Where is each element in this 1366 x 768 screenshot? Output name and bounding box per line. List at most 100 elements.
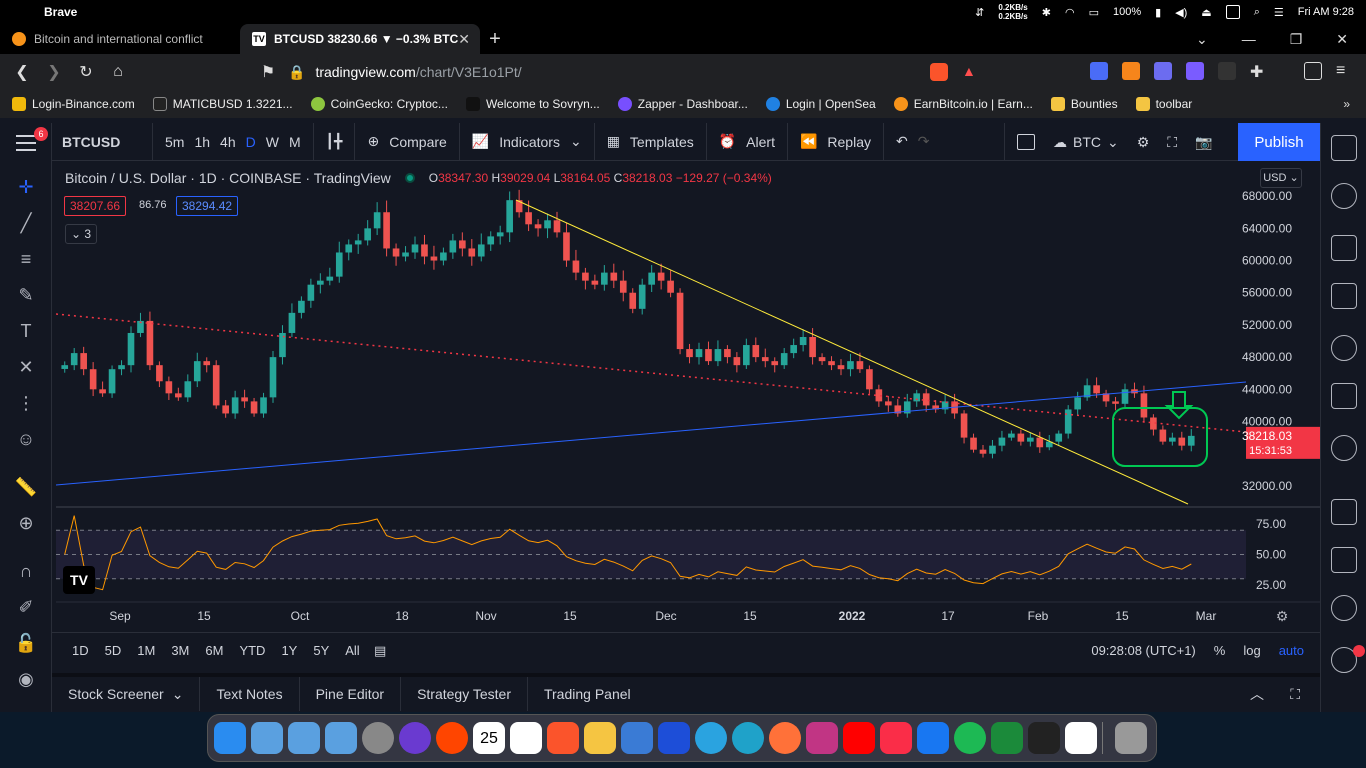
tab-trading-panel[interactable]: Trading Panel [528, 677, 647, 711]
sticky-icon[interactable] [1028, 722, 1060, 754]
system-preferences-icon[interactable] [362, 722, 394, 754]
indicator-collapse-button[interactable]: ⌄ 3 [65, 224, 97, 244]
fib-icon[interactable]: ≡ [14, 247, 38, 271]
bookmark-binance[interactable]: Login-Binance.com [12, 97, 135, 111]
crosshair-icon[interactable]: ✛ [14, 175, 38, 199]
indicators-button[interactable]: 📈 Indicators ⌄ [458, 122, 594, 161]
alert-button[interactable]: ⏰ Alert [705, 122, 787, 161]
currency-unit-select[interactable]: USD ⌄ [1260, 168, 1302, 188]
bookmark-folder-toolbar[interactable]: toolbar [1135, 97, 1192, 111]
extension-arrow-icon[interactable] [1186, 62, 1204, 80]
more-bookmarks-icon[interactable]: » [1343, 97, 1350, 111]
excel-icon[interactable] [991, 722, 1023, 754]
youtube-icon[interactable] [843, 722, 875, 754]
wallet-icon[interactable] [1304, 62, 1322, 80]
brave-icon[interactable] [547, 722, 579, 754]
finder-icon[interactable] [214, 722, 246, 754]
camera-icon[interactable]: 📷 [1195, 134, 1212, 151]
spotlight-search-icon[interactable]: ⌕ [1254, 6, 1260, 19]
reload-icon[interactable]: ↻ [70, 62, 102, 82]
bookmark-maticbusd[interactable]: MATICBUSD 1.3221... [152, 97, 293, 111]
range-1m[interactable]: 1M [137, 643, 155, 658]
brave-shields-icon[interactable] [930, 63, 948, 81]
tab-bitcoin-conflict[interactable]: Bitcoin and international conflict [0, 24, 240, 54]
range-all[interactable]: All [345, 643, 359, 658]
range-1y[interactable]: 1Y [281, 643, 297, 658]
magnet-icon[interactable]: ∩ [14, 559, 38, 583]
control-center-icon[interactable]: ☰ [1274, 6, 1284, 19]
siri-icon[interactable] [399, 722, 431, 754]
music-icon[interactable] [880, 722, 912, 754]
close-window-icon[interactable]: ✕ [1336, 31, 1348, 48]
maximize-panel-icon[interactable]: ⛶ [1290, 686, 1300, 703]
transfer-icon[interactable]: ⇵ [975, 6, 984, 19]
settings-gear-icon[interactable]: ⚙ [1137, 134, 1150, 151]
lock-extension-icon[interactable] [1218, 62, 1236, 80]
utc-clock[interactable]: 09:28:08 (UTC+1) [1091, 643, 1195, 658]
chart-type-button[interactable]: ┃╋ [312, 122, 355, 161]
range-5d[interactable]: 5D [105, 643, 122, 658]
data-window-icon[interactable] [1331, 235, 1357, 261]
fullscreen-icon[interactable]: ⛶ [1167, 134, 1177, 151]
messages-icon[interactable] [1331, 547, 1357, 573]
bookmark-coingecko[interactable]: CoinGecko: Cryptoc... [310, 97, 448, 111]
lock-icon[interactable]: 🔓 [14, 631, 38, 655]
pictures-folder-icon[interactable] [288, 722, 320, 754]
interval-5m[interactable]: 5m [165, 134, 184, 150]
pattern-icon[interactable]: ✕ [14, 355, 38, 379]
prediction-icon[interactable]: ⋮ [14, 391, 38, 415]
volume-icon[interactable]: ◀) [1175, 6, 1187, 19]
streams-icon[interactable] [1331, 595, 1357, 621]
url-input[interactable]: 🔒 tradingview.com/chart/V3E1o1Pt/ [288, 59, 988, 85]
symbol-search[interactable]: BTCUSD [52, 134, 152, 150]
eject-icon[interactable]: ⏏ [1201, 6, 1211, 19]
undo-icon[interactable]: ↶ [896, 133, 908, 150]
chat-icon[interactable] [1331, 499, 1357, 525]
interval-w[interactable]: W [266, 134, 279, 150]
tradingview-logo-icon[interactable]: TV [63, 566, 95, 594]
back-icon[interactable]: ❮ [6, 62, 38, 82]
bookmark-zapper[interactable]: Zapper - Dashboar... [617, 97, 748, 111]
bookmark-sovryn[interactable]: Welcome to Sovryn... [465, 97, 600, 111]
battery-percent[interactable]: 100% [1113, 6, 1141, 18]
price-chart[interactable]: 75.00 50.00 25.00 68000.00 64000.00 60000.00… [56, 162, 1320, 632]
gmail-icon[interactable] [510, 722, 542, 754]
launchpad-icon[interactable] [621, 722, 653, 754]
brave-rewards-icon[interactable]: ▲ [962, 63, 976, 79]
interval-d[interactable]: D [246, 134, 256, 150]
axis-settings-gear-icon[interactable]: ⚙ [1276, 609, 1289, 625]
interval-1h[interactable]: 1h [194, 134, 210, 150]
templates-button[interactable]: ▦ Templates [593, 122, 706, 161]
bookmark-opensea[interactable]: Login | OpenSea [765, 97, 876, 111]
restore-icon[interactable]: ❐ [1290, 31, 1303, 48]
currency-select[interactable]: ☁ BTC ⌄ [1053, 134, 1119, 151]
layout-icon[interactable] [1017, 134, 1035, 150]
calendar-icon[interactable]: 25 [473, 722, 505, 754]
zoom-icon[interactable]: ⊕ [14, 511, 38, 535]
buy-price[interactable]: 38294.42 [176, 196, 239, 216]
log-toggle[interactable]: log [1243, 643, 1260, 658]
sell-price[interactable]: 38207.66 [64, 196, 127, 216]
reddit-icon[interactable] [436, 722, 468, 754]
display-icon[interactable]: ▭ [1089, 6, 1099, 19]
folder-icon[interactable] [325, 722, 357, 754]
news-icon[interactable] [1331, 283, 1357, 309]
close-tab-icon[interactable]: ✕ [458, 31, 470, 48]
tab-pine-editor[interactable]: Pine Editor [300, 677, 402, 711]
home-icon[interactable]: ⌂ [102, 63, 134, 81]
flowdock-icon[interactable] [658, 722, 690, 754]
user-icon[interactable] [1225, 5, 1240, 19]
minimize-icon[interactable]: — [1242, 31, 1256, 47]
bluetooth-icon[interactable]: ✱ [1042, 6, 1051, 19]
tab-strategy-tester[interactable]: Strategy Tester [401, 677, 528, 711]
bookmark-folder-bounties[interactable]: Bounties [1050, 97, 1118, 111]
date-range-calendar-icon[interactable]: ▤ [374, 643, 386, 659]
photos-icon[interactable] [584, 722, 616, 754]
folder-icon[interactable] [251, 722, 283, 754]
new-tab-icon[interactable]: + [480, 24, 510, 54]
puzzle-icon[interactable]: ✚ [1250, 62, 1290, 81]
range-3m[interactable]: 3M [171, 643, 189, 658]
symbol-title[interactable]: Bitcoin / U.S. Dollar · 1D · COINBASE · … [65, 170, 391, 186]
tab-stock-screener[interactable]: Stock Screener ⌄ [52, 677, 201, 711]
compare-button[interactable]: ⊕ Compare [354, 122, 458, 161]
